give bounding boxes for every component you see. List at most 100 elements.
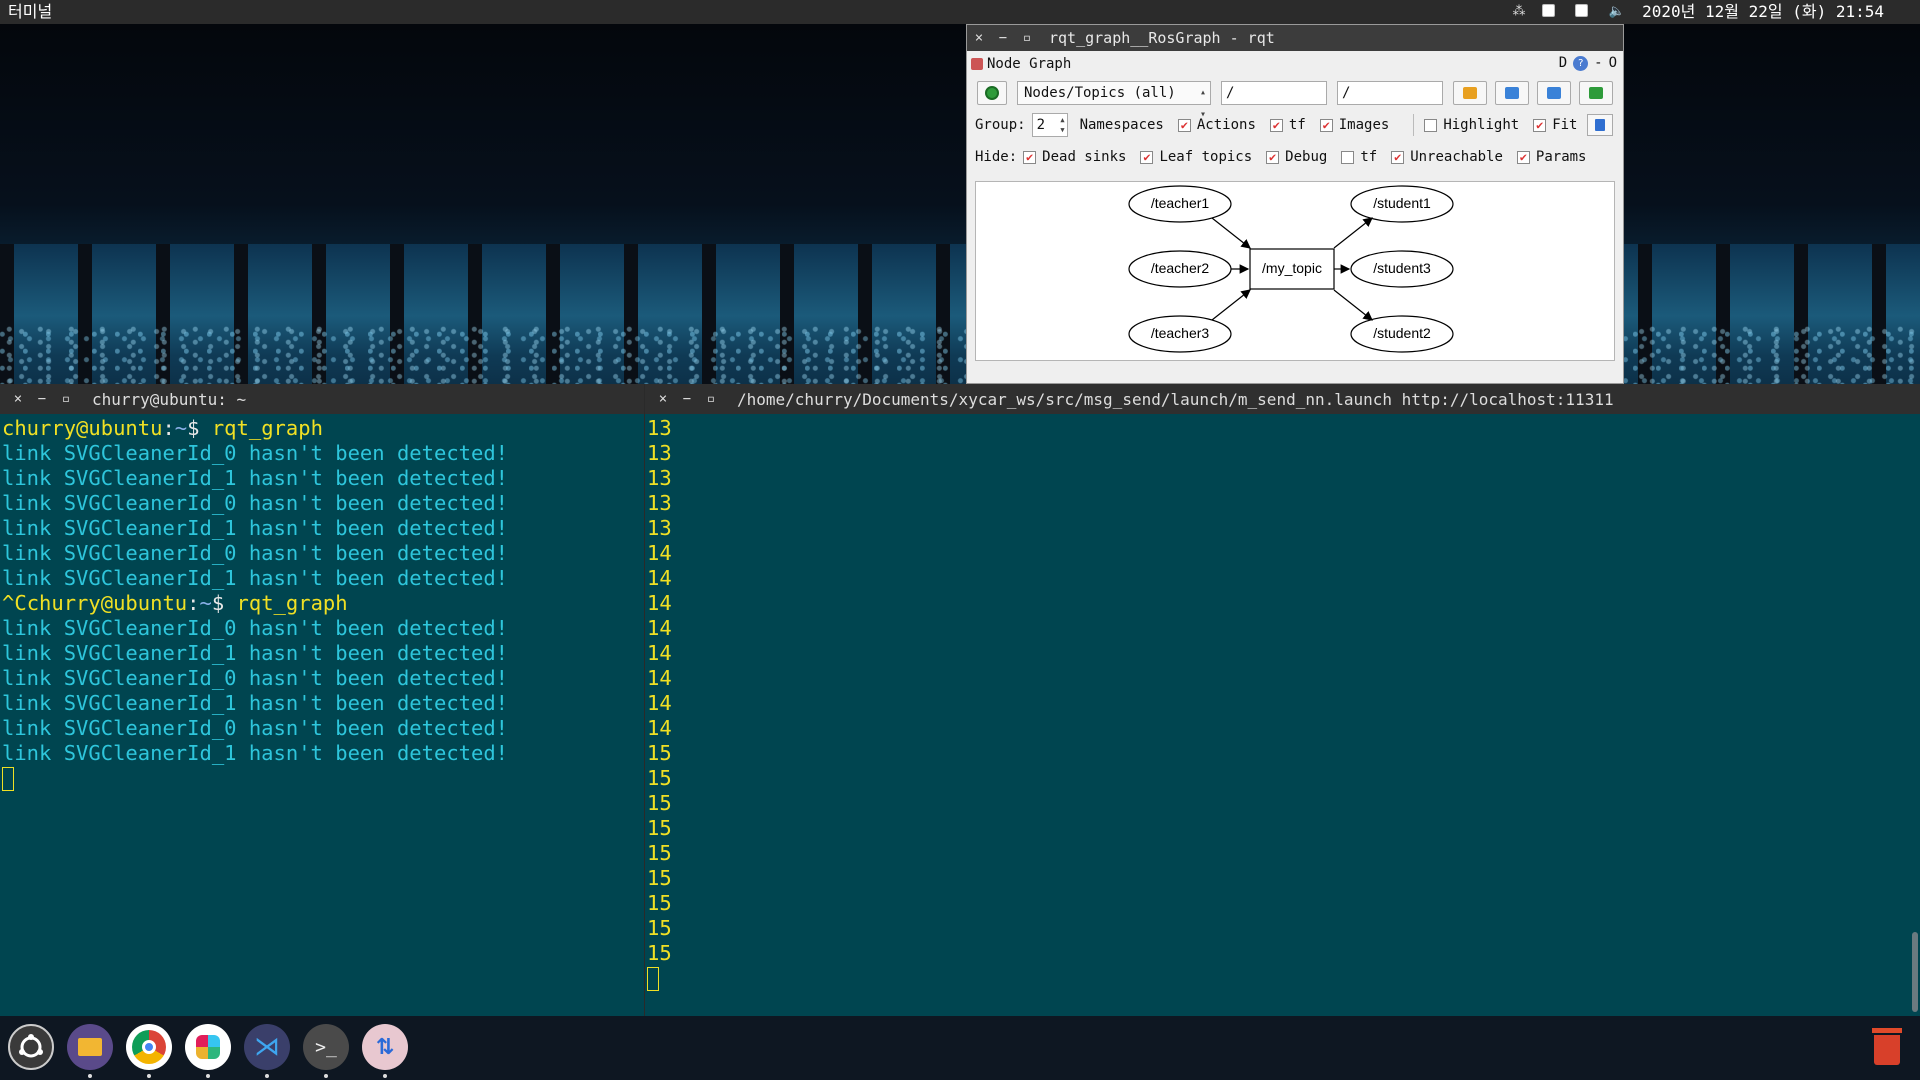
actions-checkbox[interactable]: ✔ Actions — [1177, 117, 1256, 133]
images-check[interactable]: ✔ — [1319, 118, 1333, 132]
hide-tf-label: tf — [1360, 149, 1378, 165]
graph-type-select[interactable]: Nodes/Topics (all) ▴ ▾ — [1017, 81, 1211, 120]
fit-view-button[interactable] — [1587, 114, 1613, 136]
slack-icon[interactable] — [185, 1024, 231, 1070]
vscode-icon[interactable]: ⋊ — [244, 1024, 290, 1070]
save-dot-button[interactable] — [1495, 81, 1529, 105]
node-teacher1-label[interactable]: /teacher1 — [1129, 195, 1231, 211]
minimize-icon[interactable]: − — [991, 30, 1015, 46]
output-line: link SVGCleanerId_1 hasn't been detected… — [2, 641, 509, 665]
vscode-logo: ⋊ — [254, 1032, 280, 1062]
node-student3-label[interactable]: /student3 — [1351, 260, 1453, 276]
trash-icon[interactable] — [1870, 1028, 1904, 1068]
terminal-left-titlebar[interactable]: × − ▫ churry@ubuntu: ~ — [0, 384, 644, 414]
params-checkbox[interactable]: ✔ Params — [1516, 149, 1586, 165]
output-line: 15 — [647, 866, 672, 890]
leaf-topics-check[interactable]: ✔ — [1140, 150, 1154, 164]
maximize-icon[interactable]: ▫ — [1015, 30, 1039, 46]
close-icon[interactable]: × — [651, 391, 675, 407]
refresh-button[interactable] — [977, 81, 1007, 105]
minimize-icon[interactable]: − — [30, 391, 54, 407]
terminal-left[interactable]: × − ▫ churry@ubuntu: ~ churry@ubuntu:~$ … — [0, 384, 644, 1016]
maximize-icon[interactable]: ▫ — [699, 391, 723, 407]
updater-arrows: ⇅ — [375, 1034, 395, 1060]
fit-check[interactable]: ✔ — [1533, 118, 1547, 132]
tf-check[interactable]: ✔ — [1269, 118, 1283, 132]
ubuntu-icon[interactable] — [8, 1024, 54, 1070]
unreachable-checkbox[interactable]: ✔ Unreachable — [1391, 149, 1503, 165]
close-icon[interactable]: × — [6, 391, 30, 407]
terminal-left-output[interactable]: churry@ubuntu:~$ rqt_graph link SVGClean… — [0, 414, 644, 791]
load-dot-button[interactable] — [1453, 81, 1487, 105]
unreachable-check[interactable]: ✔ — [1391, 150, 1405, 164]
node-student2-label[interactable]: /student2 — [1351, 325, 1453, 341]
output-line: link SVGCleanerId_0 hasn't been detected… — [2, 716, 509, 740]
refresh-icon — [985, 86, 999, 100]
files-icon[interactable] — [67, 1024, 113, 1070]
clock[interactable]: 2020년 12월 22일 (화) 21:54 — [1642, 0, 1884, 24]
terminal-right[interactable]: × − ▫ /home/churry/Documents/xycar_ws/sr… — [644, 384, 1920, 1016]
keyboard-icon[interactable] — [1542, 4, 1555, 17]
toolbar-divider — [1413, 114, 1415, 136]
node-graph-panel-header: Node Graph D ? - O — [967, 51, 1623, 77]
node-student1-label[interactable]: /student1 — [1351, 195, 1453, 211]
system-tray: ⁂ 🔈 — [1510, 4, 1626, 20]
output-line: 14 — [647, 541, 672, 565]
spin-arrows-icon[interactable]: ▲ ▼ — [1060, 115, 1064, 135]
terminal-right-title: /home/churry/Documents/xycar_ws/src/msg_… — [737, 389, 1614, 409]
chrome-icon[interactable] — [126, 1024, 172, 1070]
leaf-topics-label: Leaf topics — [1159, 149, 1253, 165]
tf-checkbox[interactable]: ✔ tf — [1269, 117, 1306, 133]
volume-icon[interactable]: 🔈 — [1608, 4, 1626, 20]
trash-body — [1874, 1035, 1900, 1065]
network-icon[interactable]: ⁂ — [1510, 4, 1528, 20]
terminal-left-title: churry@ubuntu: ~ — [92, 389, 247, 409]
close-icon[interactable]: × — [967, 30, 991, 46]
dead-sinks-check[interactable]: ✔ — [1023, 150, 1037, 164]
hide-tf-checkbox[interactable]: tf — [1341, 149, 1377, 165]
leaf-topics-checkbox[interactable]: ✔ Leaf topics — [1140, 149, 1252, 165]
output-line: link SVGCleanerId_0 hasn't been detected… — [2, 491, 509, 515]
debug-checkbox[interactable]: ✔ Debug — [1266, 149, 1327, 165]
params-check[interactable]: ✔ — [1516, 150, 1530, 164]
topic-my-topic-label[interactable]: /my_topic — [1250, 260, 1334, 276]
images-label: Images — [1338, 117, 1390, 133]
dock-d-button[interactable]: D — [1559, 55, 1567, 71]
highlight-check[interactable] — [1424, 118, 1438, 132]
panel-minimize-button[interactable]: - — [1594, 55, 1602, 71]
topic-filter-input[interactable]: / — [1337, 81, 1443, 105]
output-line: 15 — [647, 891, 672, 915]
hide-tf-check[interactable] — [1341, 150, 1355, 164]
output-line: 15 — [647, 816, 672, 840]
save-image-button[interactable] — [1579, 81, 1613, 105]
fit-checkbox[interactable]: ✔ Fit — [1533, 117, 1577, 133]
help-icon[interactable]: ? — [1573, 55, 1589, 71]
node-teacher3-label[interactable]: /teacher3 — [1129, 325, 1231, 341]
terminal-right-output[interactable]: 13 13 13 13 13 14 14 14 14 14 14 14 14 15 15 15 15 15 15 15… — [645, 414, 1920, 991]
node-teacher2-label[interactable]: /teacher2 — [1129, 260, 1231, 276]
edge-topic-student2 — [1333, 289, 1373, 321]
maximize-icon[interactable]: ▫ — [54, 391, 78, 407]
highlight-checkbox[interactable]: Highlight — [1424, 117, 1519, 133]
node-graph-canvas[interactable]: /teacher1 /teacher2 /teacher3 /student1 … — [975, 181, 1615, 361]
actions-check[interactable]: ✔ — [1177, 118, 1191, 132]
images-checkbox[interactable]: ✔ Images — [1319, 117, 1390, 133]
rqt-titlebar[interactable]: × − ▫ rqt_graph__RosGraph - rqt — [967, 25, 1623, 51]
save-svg-button[interactable] — [1537, 81, 1571, 105]
panel-close-button[interactable]: O — [1609, 55, 1617, 71]
dead-sinks-checkbox[interactable]: ✔ Dead sinks — [1023, 149, 1126, 165]
folder-icon — [1463, 87, 1477, 99]
debug-check[interactable]: ✔ — [1266, 150, 1280, 164]
terminal-right-titlebar[interactable]: × − ▫ /home/churry/Documents/xycar_ws/sr… — [645, 384, 1920, 414]
active-app-name[interactable]: 터미널 — [8, 0, 52, 24]
slack-logo — [196, 1035, 220, 1059]
window-icon[interactable] — [1575, 4, 1588, 17]
namespace-filter-input[interactable]: / — [1221, 81, 1327, 105]
updater-icon[interactable]: ⇅ — [362, 1024, 408, 1070]
terminal-icon[interactable]: >_ — [303, 1024, 349, 1070]
text-cursor — [647, 967, 659, 991]
hide-row: Hide: ✔ Dead sinks ✔ Leaf topics ✔ Debug tf… — [967, 141, 1623, 173]
group-spinbox[interactable]: 2 ▲ ▼ — [1031, 113, 1068, 137]
scrollbar-thumb[interactable] — [1912, 932, 1918, 1012]
minimize-icon[interactable]: − — [675, 391, 699, 407]
